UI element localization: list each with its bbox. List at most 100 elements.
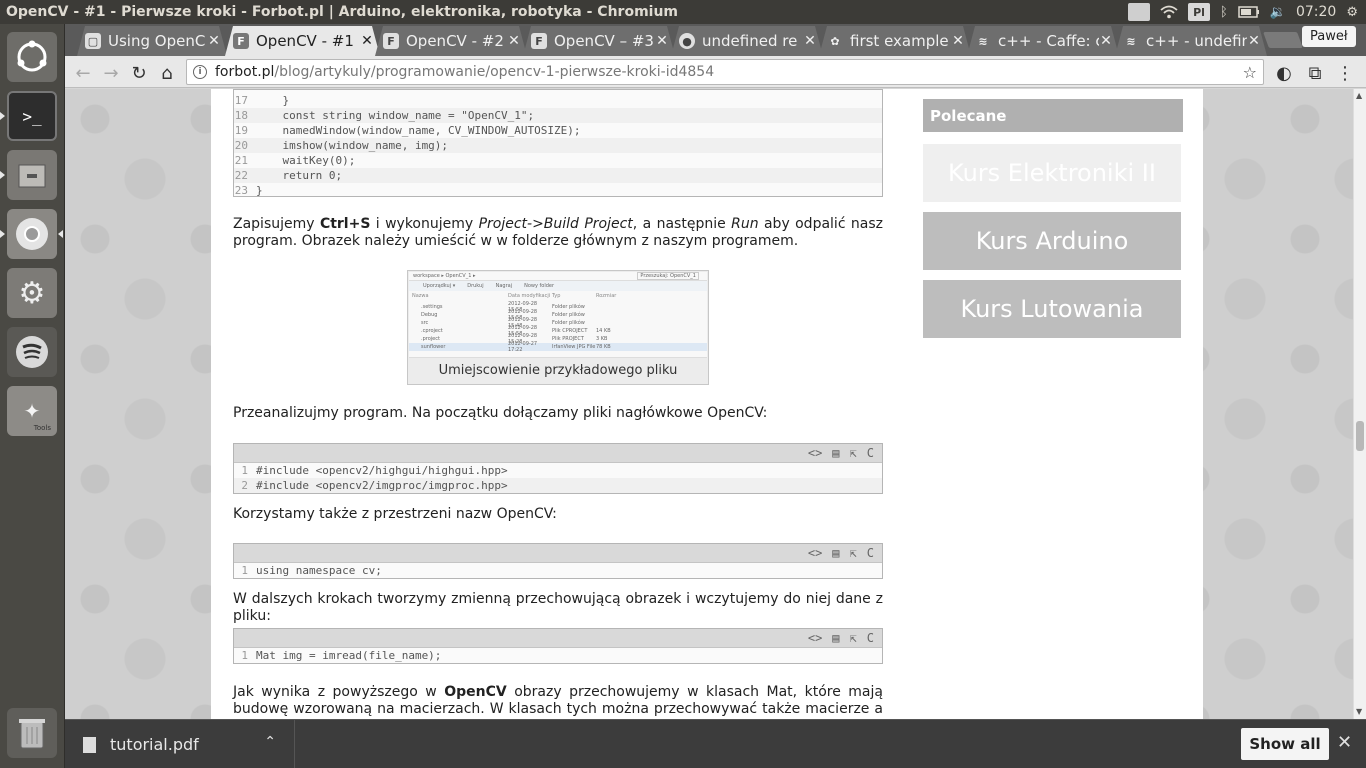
copy-icon[interactable]: ▤	[832, 631, 839, 645]
scroll-up-icon[interactable]: ▲	[1356, 91, 1362, 100]
code-line: 18 const string window_name = "OpenCV_1"…	[234, 108, 882, 123]
spotify-icon[interactable]	[7, 327, 57, 377]
code-line: 1 #include <opencv2/highgui/highgui.hpp>	[234, 463, 882, 478]
code-line: 21 waitKey(0);	[234, 153, 882, 168]
site-info-icon[interactable]: i	[193, 65, 207, 79]
code-line: 20 imshow(window_name, img);	[234, 138, 882, 153]
code-block-namespace: <> ▤ ⇱ C 1 using namespace cv;	[233, 543, 883, 579]
system-settings-icon[interactable]: ⚙	[7, 268, 57, 318]
clock[interactable]: 07:20	[1296, 4, 1336, 20]
trash-icon[interactable]	[7, 708, 57, 758]
open-new-window-icon[interactable]: ⇱	[850, 546, 857, 560]
download-item[interactable]: tutorial.pdf ⌃	[65, 720, 295, 768]
tab-cpp-caffe[interactable]: ≋ c++ - Caffe: c ✕	[967, 26, 1119, 56]
line-number: 21	[234, 154, 248, 167]
sidebar-link-kurs-elektroniki-ii[interactable]: Kurs Elektroniki II	[923, 144, 1181, 202]
code-toolbar: <> ▤ ⇱ C	[234, 629, 882, 648]
page-scrollbar[interactable]: ▲ ▼	[1353, 89, 1366, 719]
cast-icon[interactable]: ⧉	[1303, 61, 1327, 85]
explorer-path: workspace ▸ OpenCV_1 ▸	[413, 273, 476, 279]
explorer-tool: Uporządkuj ▾	[423, 283, 456, 289]
ubuntu-dash-icon[interactable]	[7, 32, 57, 82]
tab-close-icon[interactable]: ✕	[951, 33, 971, 49]
tab-label: OpenCV – #3	[554, 32, 654, 50]
session-gear-icon[interactable]: ⚙	[1346, 5, 1358, 20]
cell: 2012-09-27 17:22	[508, 341, 538, 353]
back-icon[interactable]: ←	[71, 61, 95, 85]
cell: Plik CPROJECT	[552, 328, 588, 334]
tab-first-example[interactable]: ✿ first example ✕	[819, 26, 971, 56]
bookmark-star-icon[interactable]: ☆	[1243, 63, 1257, 82]
new-tab-button[interactable]	[1263, 32, 1303, 48]
tab-close-icon[interactable]: ✕	[360, 33, 380, 49]
code-block-mat: <> ▤ ⇱ C 1 Mat img = imread(file_name);	[233, 628, 883, 664]
profile-button[interactable]: Paweł	[1302, 26, 1356, 47]
reload-icon[interactable]: ↻	[127, 61, 151, 85]
tab-opencv-3[interactable]: F OpenCV – #3 ✕	[523, 26, 675, 56]
extension-icon[interactable]: ◐	[1272, 61, 1296, 85]
open-new-window-icon[interactable]: ⇱	[850, 446, 857, 460]
menu-icon[interactable]: ⋮	[1333, 61, 1357, 85]
tab-close-icon[interactable]: ✕	[507, 33, 527, 49]
view-source-icon[interactable]: <>	[808, 446, 822, 460]
tab-close-icon[interactable]: ✕	[207, 33, 227, 49]
files-icon[interactable]	[7, 150, 57, 200]
tab-label: c++ - Caffe: c	[998, 32, 1099, 50]
line-number: 17	[234, 94, 248, 107]
open-new-window-icon[interactable]: ⇱	[850, 631, 857, 645]
cell: Folder plików	[552, 312, 585, 318]
show-all-button[interactable]: Show all	[1241, 728, 1329, 760]
tab-cpp-undefined[interactable]: ≋ c++ - undefin ✕	[1115, 26, 1267, 56]
copy-icon[interactable]: ▤	[832, 546, 839, 560]
close-icon[interactable]: ✕	[1337, 732, 1352, 753]
stackoverflow-icon: ≋	[1126, 34, 1136, 48]
column-header: Rozmiar	[596, 293, 617, 299]
address-bar[interactable]: i forbot.pl/blog/artykuly/programowanie/…	[186, 59, 1264, 85]
tab-close-icon[interactable]: ✕	[1099, 33, 1119, 49]
code-line: 23}	[234, 183, 882, 198]
line-number: 23	[234, 184, 248, 197]
tab-using-opencv[interactable]: ▢ Using OpenC ✕	[77, 26, 227, 56]
volume-icon[interactable]: 🔉	[1270, 5, 1286, 20]
view-source-icon[interactable]: <>	[808, 631, 822, 645]
line-number: 22	[234, 169, 248, 182]
code-toolbar: <> ▤ ⇱ C	[234, 444, 882, 463]
cell: sunflower	[421, 344, 446, 350]
terminal-icon[interactable]: >_	[7, 91, 57, 141]
copy-icon[interactable]: ▤	[832, 446, 839, 460]
sidebar-link-kurs-lutowania[interactable]: Kurs Lutowania	[923, 280, 1181, 338]
view-source-icon[interactable]: <>	[808, 546, 822, 560]
opencv-tools-icon[interactable]: ✦ Tools	[7, 386, 57, 436]
indicator-area: Pl ᛒ 🔉 07:20 ⚙	[1127, 0, 1366, 24]
explorer-toolbar: Uporządkuj ▾ Drukuj Nagraj Nowy folder	[409, 281, 707, 291]
scroll-down-icon[interactable]: ▼	[1356, 707, 1362, 716]
language-indicator[interactable]: Pl	[1187, 3, 1210, 21]
figure-file-location[interactable]: workspace ▸ OpenCV_1 ▸ Przeszukaj: OpenCV…	[407, 270, 709, 385]
cell: .project	[421, 336, 440, 342]
bluetooth-icon[interactable]: ᛒ	[1220, 5, 1228, 20]
tab-close-icon[interactable]: ✕	[803, 33, 823, 49]
tab-undefined-reference[interactable]: ● undefined re ✕	[671, 26, 823, 56]
tab-opencv-2[interactable]: F OpenCV - #2 ✕	[375, 26, 527, 56]
forward-icon[interactable]: →	[99, 61, 123, 85]
cell: src	[421, 320, 429, 326]
tab-label: first example	[850, 32, 949, 50]
battery-icon[interactable]	[1238, 6, 1260, 18]
keyboard-indicator-icon[interactable]	[1127, 3, 1150, 21]
tab-close-icon[interactable]: ✕	[655, 33, 675, 49]
chevron-up-icon[interactable]: ⌃	[264, 734, 276, 750]
explorer-screenshot-image: workspace ▸ OpenCV_1 ▸ Przeszukaj: OpenCV…	[409, 272, 707, 358]
code-line: 22 return 0;	[234, 168, 882, 183]
sidebar-link-kurs-arduino[interactable]: Kurs Arduino	[923, 212, 1181, 270]
tab-label: c++ - undefin	[1146, 32, 1247, 50]
cell: 3 KB	[596, 336, 608, 342]
code-toolbar: <> ▤ ⇱ C	[234, 544, 882, 563]
paragraph-mat-class: Jak wynika z powyższego w OpenCV obrazy …	[233, 684, 883, 719]
stackoverflow-icon: ≋	[978, 34, 988, 48]
home-icon[interactable]: ⌂	[155, 61, 179, 85]
scrollbar-thumb[interactable]	[1356, 421, 1364, 451]
line-number: 20	[234, 139, 248, 152]
tab-opencv-1[interactable]: F OpenCV - #1 ✕	[225, 26, 380, 56]
wifi-icon[interactable]	[1160, 5, 1178, 19]
chromium-icon[interactable]	[7, 209, 57, 259]
